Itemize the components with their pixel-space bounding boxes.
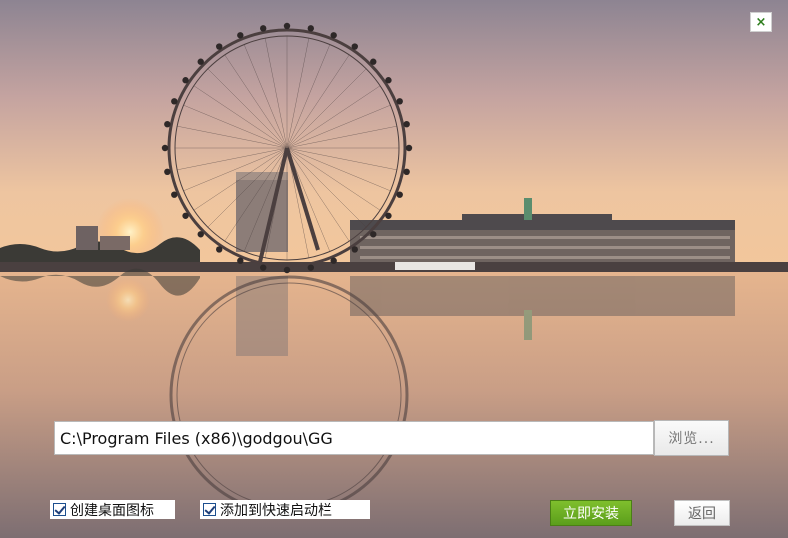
install-path-input[interactable] — [54, 421, 654, 455]
checkbox-checked-icon — [203, 503, 216, 516]
background-image — [0, 0, 788, 538]
checkbox-checked-icon — [53, 503, 66, 516]
back-button[interactable]: 返回 — [674, 500, 730, 526]
close-button[interactable]: × — [750, 12, 772, 32]
add-quick-launch-label: 添加到快速启动栏 — [220, 502, 332, 519]
browse-button[interactable]: 浏览... — [654, 420, 729, 456]
create-desktop-icon-checkbox[interactable]: 创建桌面图标 — [50, 500, 175, 519]
close-icon: × — [755, 14, 767, 30]
install-now-button[interactable]: 立即安装 — [550, 500, 632, 526]
create-desktop-icon-label: 创建桌面图标 — [70, 502, 154, 519]
add-quick-launch-checkbox[interactable]: 添加到快速启动栏 — [200, 500, 370, 519]
